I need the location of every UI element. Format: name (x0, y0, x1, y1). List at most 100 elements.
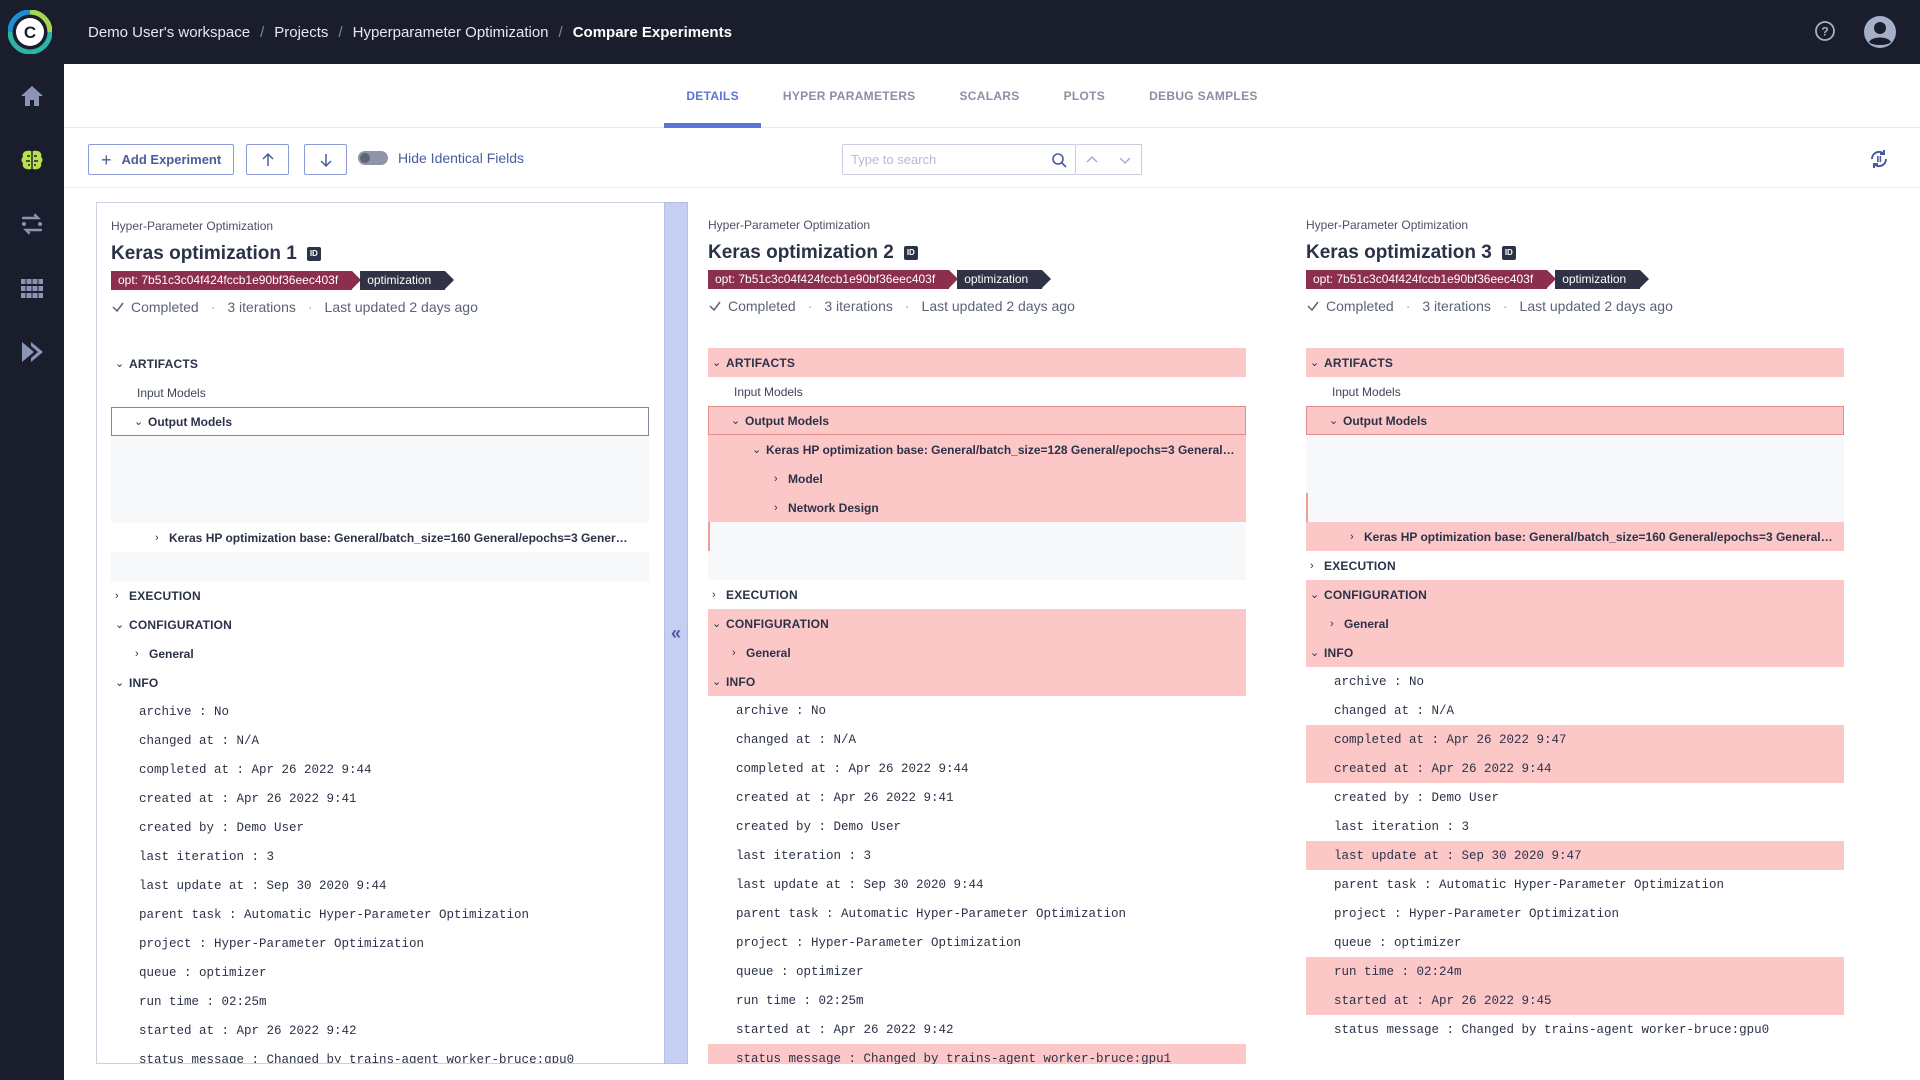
info-row: created at : Apr 26 2022 9:44 (1306, 754, 1844, 783)
model-entry[interactable]: ⌄ Keras HP optimization base: General/bat… (708, 435, 1246, 464)
id-badge[interactable]: ID (903, 246, 918, 260)
pipelines-icon[interactable] (18, 210, 46, 238)
user-avatar-icon[interactable] (1864, 16, 1896, 48)
chevron-up-icon[interactable] (1085, 153, 1099, 167)
section-execution[interactable]: › EXECUTION (1306, 551, 1844, 580)
diff-marker (1306, 493, 1308, 522)
move-up-button[interactable] (246, 144, 289, 175)
chevron-down-icon[interactable] (1118, 153, 1132, 167)
output-models[interactable]: ⌄ Output Models (1306, 406, 1844, 435)
collapse-panel-bar[interactable]: « (664, 202, 688, 1064)
info-row: completed at : Apr 26 2022 9:47 (1306, 725, 1844, 754)
section-artifacts[interactable]: ⌄ ARTIFACTS (708, 348, 1246, 377)
status-text: Completed (728, 298, 796, 314)
model-entry[interactable]: › Keras HP optimization base: General/bat… (111, 523, 649, 552)
config-general[interactable]: › General (1306, 609, 1844, 638)
empty-row (111, 436, 649, 465)
chevron-down-icon: ⌄ (712, 676, 722, 688)
section-info[interactable]: ⌄ INFO (1306, 638, 1844, 667)
add-experiment-button[interactable]: + Add Experiment (88, 144, 234, 175)
config-general[interactable]: › General (111, 639, 649, 668)
experiment-title-text: Keras optimization 3 (1306, 242, 1492, 263)
workers-queues-icon[interactable] (18, 338, 46, 366)
datasets-icon[interactable] (18, 274, 46, 302)
info-row: completed at : Apr 26 2022 9:44 (736, 761, 969, 776)
info-row: run time : 02:25m (736, 993, 864, 1008)
section-artifacts[interactable]: ⌄ ARTIFACTS (111, 349, 649, 378)
info-row: changed at : N/A (139, 733, 260, 748)
tag-opt[interactable]: opt: 7b51c3c04f424fccb1e90bf36eec403f (1306, 270, 1557, 289)
search-input[interactable] (843, 152, 1033, 167)
tag-optimization[interactable]: optimization (1555, 270, 1650, 289)
info-row: created by : Demo User (736, 819, 902, 834)
model-entry[interactable]: › Keras HP optimization base: General/bat… (1306, 522, 1844, 551)
output-models[interactable]: ⌄ Output Models (111, 407, 649, 436)
tab-hyper-parameters[interactable]: HYPER PARAMETERS (761, 64, 938, 128)
info-row: last iteration : 3 (736, 848, 872, 863)
chevron-right-icon: › (1310, 559, 1314, 572)
compare-tabs: DETAILS HYPER PARAMETERS SCALARS PLOTS D… (64, 64, 1920, 128)
clearml-logo[interactable]: C (7, 9, 53, 55)
experiment-title: Keras optimization 1 ID (111, 243, 321, 265)
hide-identical-toggle[interactable] (358, 151, 388, 165)
breadcrumb-project[interactable]: Hyperparameter Optimization (353, 24, 549, 41)
home-icon[interactable] (18, 82, 46, 110)
tags: opt: 7b51c3c04f424fccb1e90bf36eec403f op… (111, 271, 455, 290)
info-row: changed at : N/A (736, 732, 857, 747)
breadcrumb-workspace[interactable]: Demo User's workspace (88, 24, 250, 41)
info-row: created at : Apr 26 2022 9:41 (736, 790, 954, 805)
info-row: status message : Changed by trains-agent… (1334, 1022, 1770, 1037)
section-info[interactable]: ⌄ INFO (708, 667, 1246, 696)
iterations-text: 3 iterations (1422, 298, 1491, 314)
info-row: queue : optimizer (736, 964, 864, 979)
tags: opt: 7b51c3c04f424fccb1e90bf36eec403f op… (708, 270, 1052, 289)
empty-row (111, 494, 649, 523)
tab-scalars[interactable]: SCALARS (937, 64, 1041, 128)
experiment-panel-2: Hyper-Parameter Optimization Keras optim… (694, 202, 1280, 1064)
section-artifacts[interactable]: ⌄ ARTIFACTS (1306, 348, 1844, 377)
check-icon (112, 302, 124, 313)
info-row: run time : 02:24m (1306, 957, 1844, 986)
input-models[interactable]: Input Models (708, 377, 1246, 406)
tag-optimization[interactable]: optimization (957, 270, 1052, 289)
refresh-icon[interactable] (1868, 148, 1890, 170)
input-models[interactable]: Input Models (111, 378, 649, 407)
move-down-button[interactable] (304, 144, 347, 175)
search-box (842, 144, 1076, 175)
info-row: last iteration : 3 (139, 849, 275, 864)
section-info[interactable]: ⌄ INFO (111, 668, 649, 697)
model-item[interactable]: › Model (708, 464, 1246, 493)
config-general[interactable]: › General (708, 638, 1246, 667)
chevron-right-icon: › (135, 647, 139, 660)
empty-row (1306, 464, 1844, 493)
experiment-title: Keras optimization 3 ID (1306, 242, 1516, 264)
status-line: Completed · 3 iterations · Last updated … (708, 298, 1075, 314)
arrow-down-icon (319, 153, 332, 167)
breadcrumb-projects[interactable]: Projects (274, 24, 328, 41)
tag-opt[interactable]: opt: 7b51c3c04f424fccb1e90bf36eec403f (111, 271, 362, 290)
tab-debug-samples[interactable]: DEBUG SAMPLES (1127, 64, 1280, 128)
tag-opt[interactable]: opt: 7b51c3c04f424fccb1e90bf36eec403f (708, 270, 959, 289)
section-execution[interactable]: › EXECUTION (111, 581, 649, 610)
info-row: queue : optimizer (1334, 935, 1462, 950)
tag-optimization[interactable]: optimization (360, 271, 455, 290)
tab-details[interactable]: DETAILS (664, 64, 761, 128)
search-icon[interactable] (1051, 152, 1067, 168)
chevron-down-icon: ⌄ (115, 358, 125, 370)
input-models[interactable]: Input Models (1306, 377, 1844, 406)
section-configuration[interactable]: ⌄ CONFIGURATION (1306, 580, 1844, 609)
output-models[interactable]: ⌄ Output Models (708, 406, 1246, 435)
chevron-down-icon: ⌄ (1310, 647, 1320, 659)
details-tree: ⌄ ARTIFACTS Input Models ⌄ Output Models ⌄… (708, 348, 1246, 1064)
dot-separator: · (210, 299, 216, 315)
network-design-item[interactable]: › Network Design (708, 493, 1246, 522)
help-icon[interactable]: ? (1814, 20, 1836, 42)
id-badge[interactable]: ID (1501, 246, 1516, 260)
tab-plots[interactable]: PLOTS (1042, 64, 1128, 128)
section-execution[interactable]: › EXECUTION (708, 580, 1246, 609)
section-configuration[interactable]: ⌄ CONFIGURATION (708, 609, 1246, 638)
section-configuration[interactable]: ⌄ CONFIGURATION (111, 610, 649, 639)
brain-projects-icon[interactable] (18, 146, 46, 174)
info-row: project : Hyper-Parameter Optimization (736, 935, 1022, 950)
id-badge[interactable]: ID (306, 247, 321, 261)
